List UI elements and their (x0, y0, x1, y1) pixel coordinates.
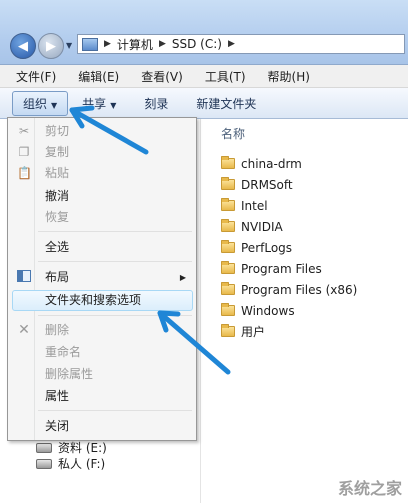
annotation-arrow-icon (69, 105, 149, 155)
annotation-arrows (69, 105, 231, 375)
annotation-arrow-icon (157, 310, 231, 375)
watermark: 系统之家 (337, 479, 402, 498)
